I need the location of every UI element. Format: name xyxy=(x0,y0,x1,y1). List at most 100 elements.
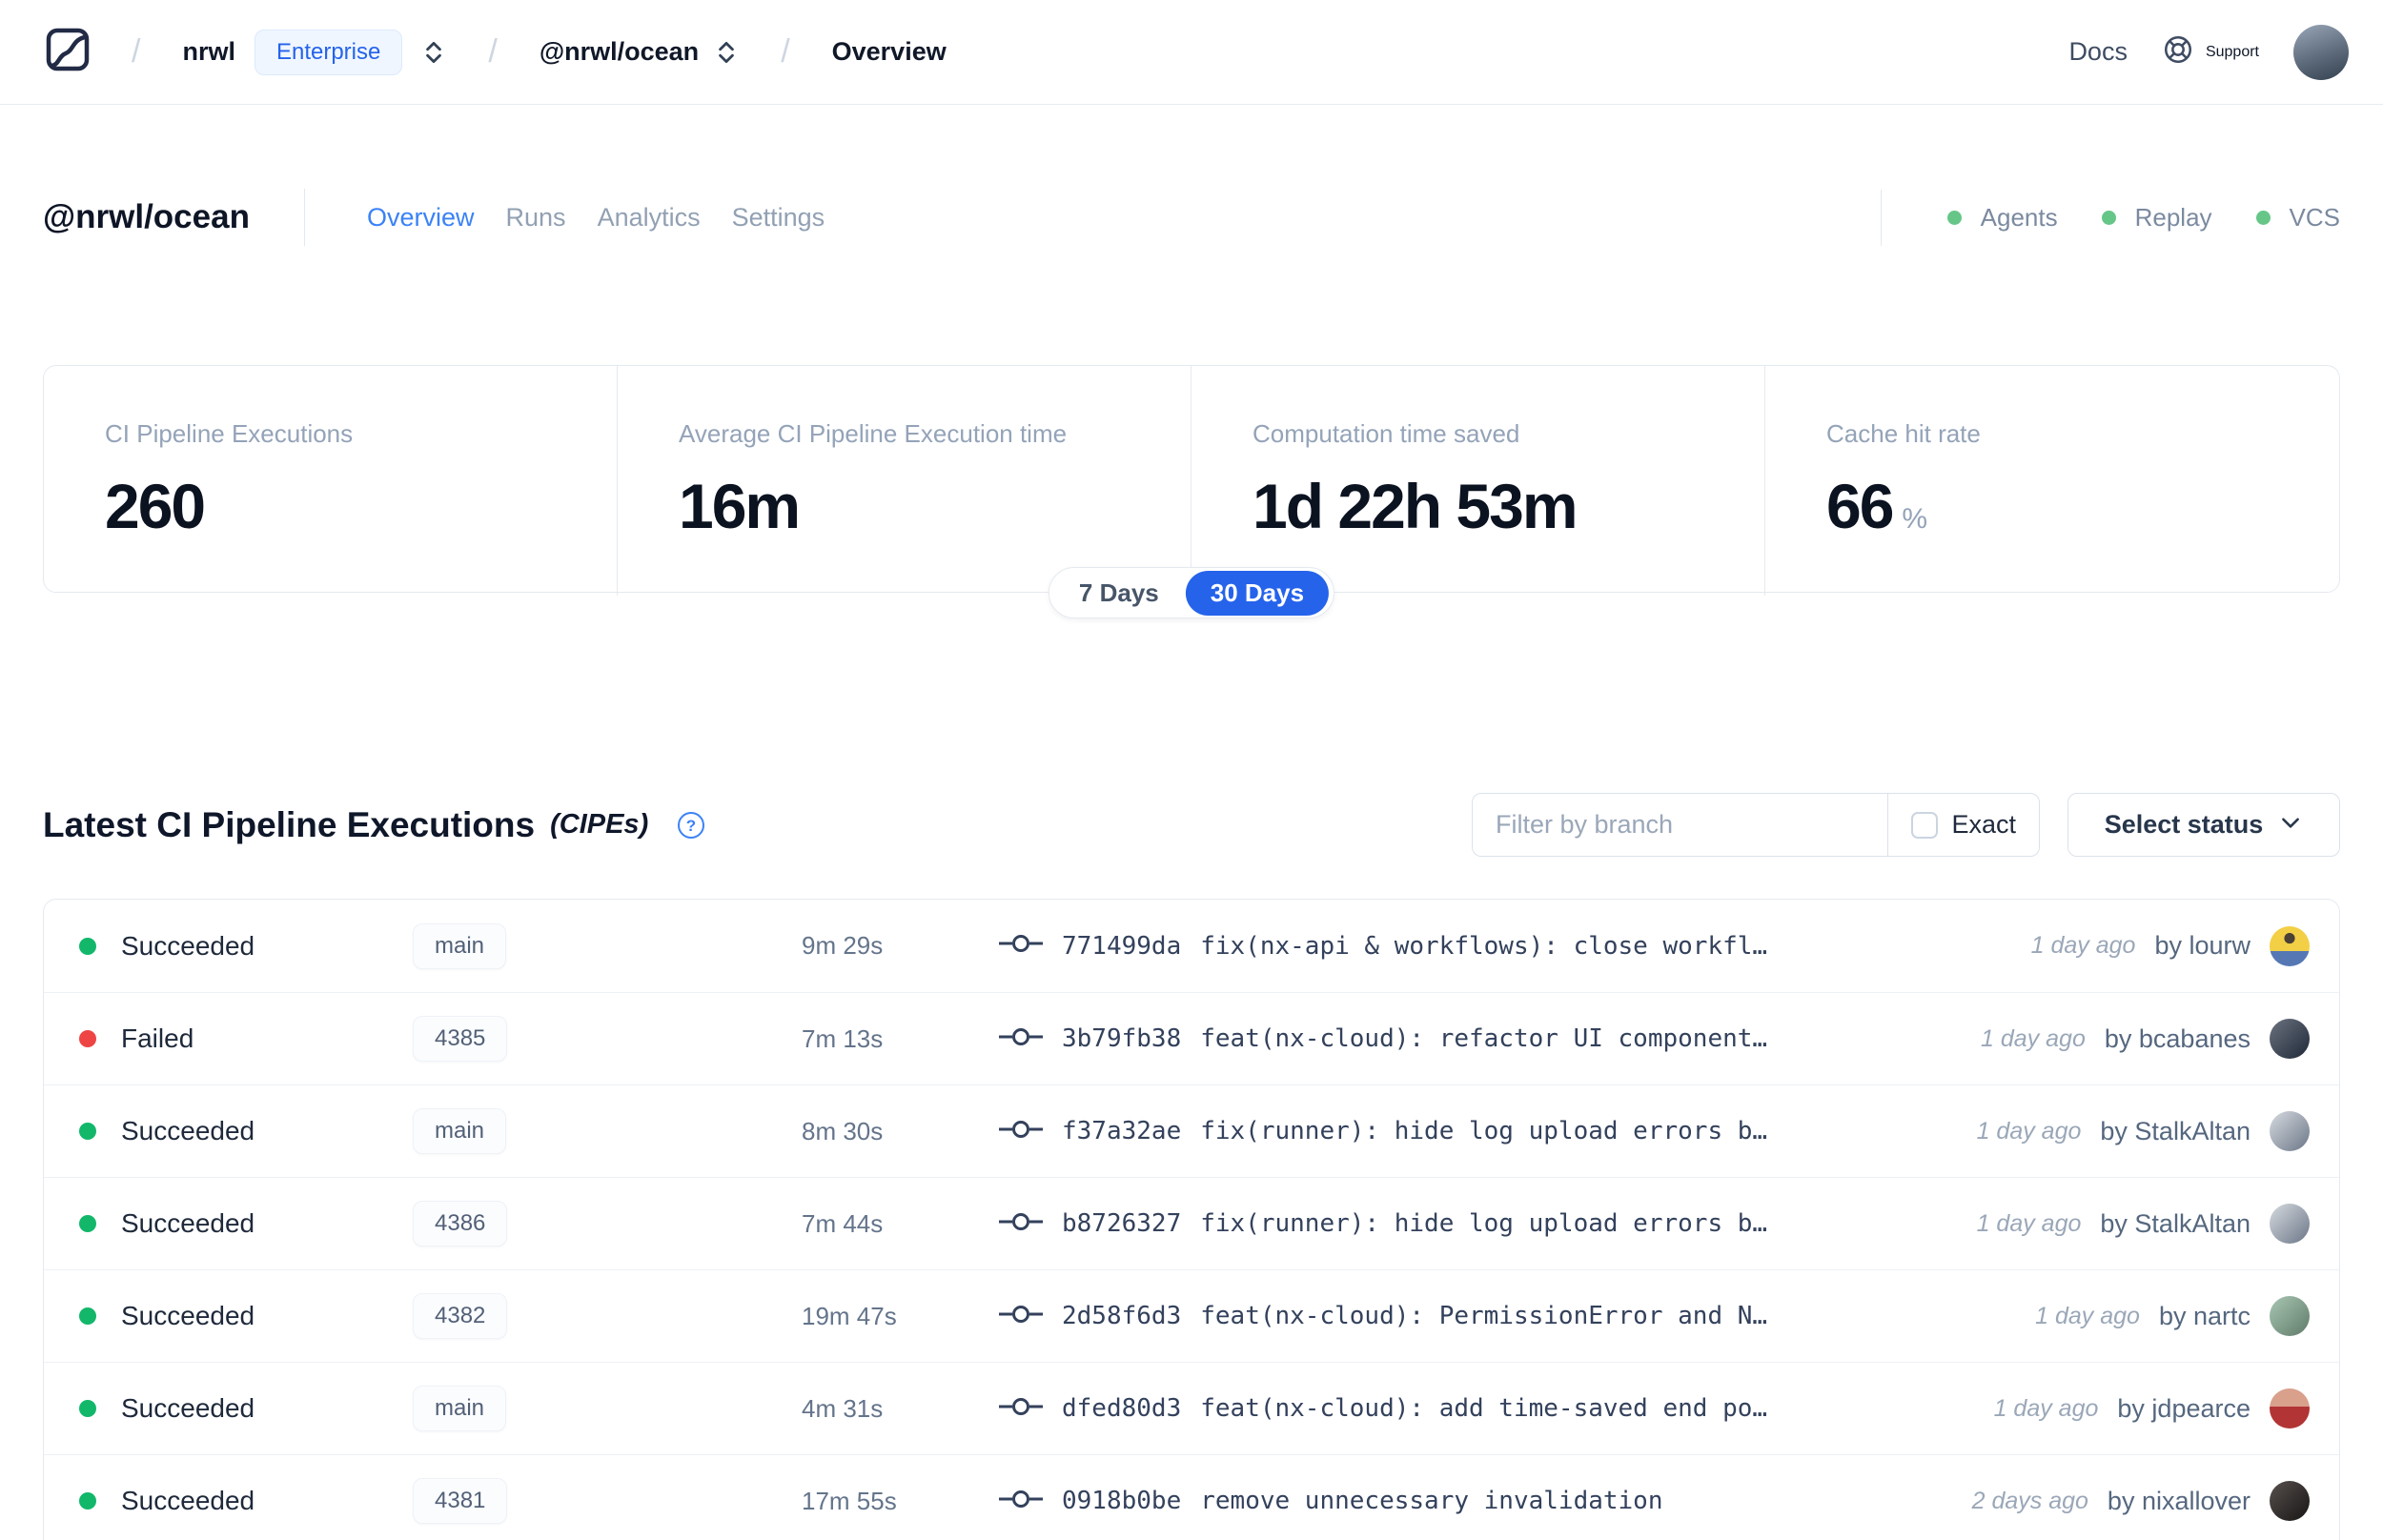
section-title-suffix: (CIPEs) xyxy=(550,809,649,840)
service-agents[interactable]: Agents xyxy=(1946,203,2058,233)
branch-badge[interactable]: 4381 xyxy=(413,1478,508,1524)
commit-hash[interactable]: 3b79fb38 xyxy=(1062,1024,1181,1053)
branch-cell: 4385 xyxy=(413,1016,802,1062)
branch-filter-group: Exact xyxy=(1472,793,2040,857)
author-avatar xyxy=(2270,1481,2310,1521)
cipe-section-header: Latest CI Pipeline Executions (CIPEs) ? … xyxy=(43,793,2340,857)
stat-ci-pipeline-executions: CI Pipeline Executions 260 xyxy=(44,366,618,596)
question-mark-icon[interactable]: ? xyxy=(677,811,705,840)
table-row[interactable]: Succeeded 4381 17m 55s 0918b0be remove u… xyxy=(44,1454,2339,1540)
branch-cell: main xyxy=(413,922,802,969)
commit-hash[interactable]: dfed80d3 xyxy=(1062,1394,1181,1423)
breadcrumb-separator: / xyxy=(488,33,498,70)
workspace-header: @nrwl/ocean Overview Runs Analytics Sett… xyxy=(43,187,2340,248)
status-select-dropdown[interactable]: Select status xyxy=(2067,793,2340,857)
table-row[interactable]: Succeeded main 9m 29s 771499da fix(nx-ap… xyxy=(44,900,2339,992)
divider xyxy=(304,189,305,246)
branch-badge[interactable]: main xyxy=(413,1386,507,1431)
author-label: by lourw xyxy=(2154,931,2251,960)
tab-overview[interactable]: Overview xyxy=(367,203,475,233)
branch-badge[interactable]: 4385 xyxy=(413,1016,508,1062)
service-replay[interactable]: Replay xyxy=(2101,203,2212,233)
git-commit-icon xyxy=(999,933,1043,959)
org-switcher-button[interactable] xyxy=(421,38,446,67)
branch-badge[interactable]: main xyxy=(413,1108,507,1154)
workspace-switcher-button[interactable] xyxy=(714,38,739,67)
duration-label: 9m 29s xyxy=(802,931,884,960)
commit-hash[interactable]: b8726327 xyxy=(1062,1209,1181,1238)
commit-hash[interactable]: 771499da xyxy=(1062,932,1181,961)
author-avatar xyxy=(2270,1388,2310,1429)
author-label: by bcabanes xyxy=(2104,1023,2251,1053)
commit-hash[interactable]: 0918b0be xyxy=(1062,1487,1181,1515)
table-row[interactable]: Succeeded 4382 19m 47s 2d58f6d3 feat(nx-… xyxy=(44,1269,2339,1362)
commit-hash[interactable]: f37a32ae xyxy=(1062,1117,1181,1145)
author-label: by StalkAltan xyxy=(2100,1208,2251,1238)
status-dot-icon xyxy=(79,1400,96,1417)
commit-message: fix(runner): hide log upload errors b… xyxy=(1200,1209,1768,1238)
commit-hash[interactable]: 2d58f6d3 xyxy=(1062,1302,1181,1330)
status-dot-icon xyxy=(1946,210,1962,225)
service-status-group: Agents Replay VCS xyxy=(1880,189,2340,246)
service-vcs[interactable]: VCS xyxy=(2255,203,2340,233)
status-cell: Succeeded xyxy=(44,1208,413,1239)
status-cell: Succeeded xyxy=(44,1486,413,1516)
duration-label: 4m 31s xyxy=(802,1393,884,1423)
tab-settings[interactable]: Settings xyxy=(732,203,825,233)
stat-computation-time-saved: Computation time saved 1d 22h 53m xyxy=(1192,366,1765,596)
exact-checkbox[interactable] xyxy=(1911,811,1939,839)
range-7-days-button[interactable]: 7 Days xyxy=(1054,571,1184,616)
table-row[interactable]: Succeeded 4386 7m 44s b8726327 fix(runne… xyxy=(44,1177,2339,1269)
lifebuoy-icon xyxy=(2162,33,2194,71)
table-row[interactable]: Failed 4385 7m 13s 3b79fb38 feat(nx-clou… xyxy=(44,992,2339,1084)
stat-value: 66 xyxy=(1826,471,1894,541)
duration-label: 17m 55s xyxy=(802,1486,897,1515)
top-nav: / nrwl Enterprise / @nrwl/ocean / Overvi… xyxy=(0,0,2383,105)
git-commit-icon xyxy=(999,1396,1043,1422)
status-dot-icon xyxy=(2101,210,2116,225)
branch-cell: 4382 xyxy=(413,1293,802,1339)
breadcrumb-page: Overview xyxy=(831,37,947,66)
cipe-table: Succeeded main 9m 29s 771499da fix(nx-ap… xyxy=(43,899,2340,1540)
user-avatar[interactable] xyxy=(2293,24,2349,80)
time-ago-label: 1 day ago xyxy=(1976,1209,2082,1237)
status-dot-icon xyxy=(79,1307,96,1325)
docs-link[interactable]: Docs xyxy=(2068,37,2128,67)
nav-actions: Docs Support xyxy=(2068,24,2349,80)
exact-match-toggle[interactable]: Exact xyxy=(1887,794,2039,856)
table-row[interactable]: Succeeded main 8m 30s f37a32ae fix(runne… xyxy=(44,1084,2339,1177)
time-ago-label: 1 day ago xyxy=(1993,1394,2099,1422)
commit-message: feat(nx-cloud): PermissionError and N… xyxy=(1200,1302,1768,1330)
commit-cell: f37a32ae fix(runner): hide log upload er… xyxy=(999,1117,1977,1145)
branch-cell: main xyxy=(413,1386,802,1431)
branch-badge[interactable]: 4382 xyxy=(413,1293,508,1339)
status-label: Succeeded xyxy=(121,1208,255,1238)
tab-runs[interactable]: Runs xyxy=(506,203,566,233)
range-30-days-button[interactable]: 30 Days xyxy=(1185,570,1330,616)
status-label: Succeeded xyxy=(121,1393,255,1423)
enterprise-badge: Enterprise xyxy=(254,29,403,75)
time-ago-label: 2 days ago xyxy=(1971,1487,2088,1514)
author-label: by nixallover xyxy=(2107,1486,2251,1515)
branch-filter-input[interactable] xyxy=(1473,794,1888,856)
branch-badge[interactable]: 4386 xyxy=(413,1201,508,1246)
status-dot-icon xyxy=(79,1215,96,1232)
stat-average-execution-time: Average CI Pipeline Execution time 16m xyxy=(618,366,1192,596)
git-commit-icon xyxy=(999,1119,1043,1145)
breadcrumb-org[interactable]: nrwl xyxy=(182,37,235,67)
commit-message: fix(runner): hide log upload errors b… xyxy=(1200,1117,1768,1145)
commit-cell: 2d58f6d3 feat(nx-cloud): PermissionError… xyxy=(999,1302,2035,1330)
tab-analytics[interactable]: Analytics xyxy=(598,203,701,233)
breadcrumb-workspace[interactable]: @nrwl/ocean xyxy=(540,37,699,67)
commit-message: fix(nx-api & workflows): close workfl… xyxy=(1200,931,1768,961)
branch-badge[interactable]: main xyxy=(413,922,507,969)
status-cell: Succeeded xyxy=(44,1393,413,1424)
table-row[interactable]: Succeeded main 4m 31s dfed80d3 feat(nx-c… xyxy=(44,1362,2339,1454)
author-cell: 1 day ago by nartc xyxy=(2035,1296,2310,1336)
support-link[interactable]: Support xyxy=(2162,33,2259,71)
stat-value: 260 xyxy=(105,471,206,541)
author-label: by nartc xyxy=(2158,1301,2251,1330)
status-label: Failed xyxy=(121,1023,194,1053)
status-label: Succeeded xyxy=(121,930,255,961)
nx-cloud-logo[interactable] xyxy=(46,28,90,76)
